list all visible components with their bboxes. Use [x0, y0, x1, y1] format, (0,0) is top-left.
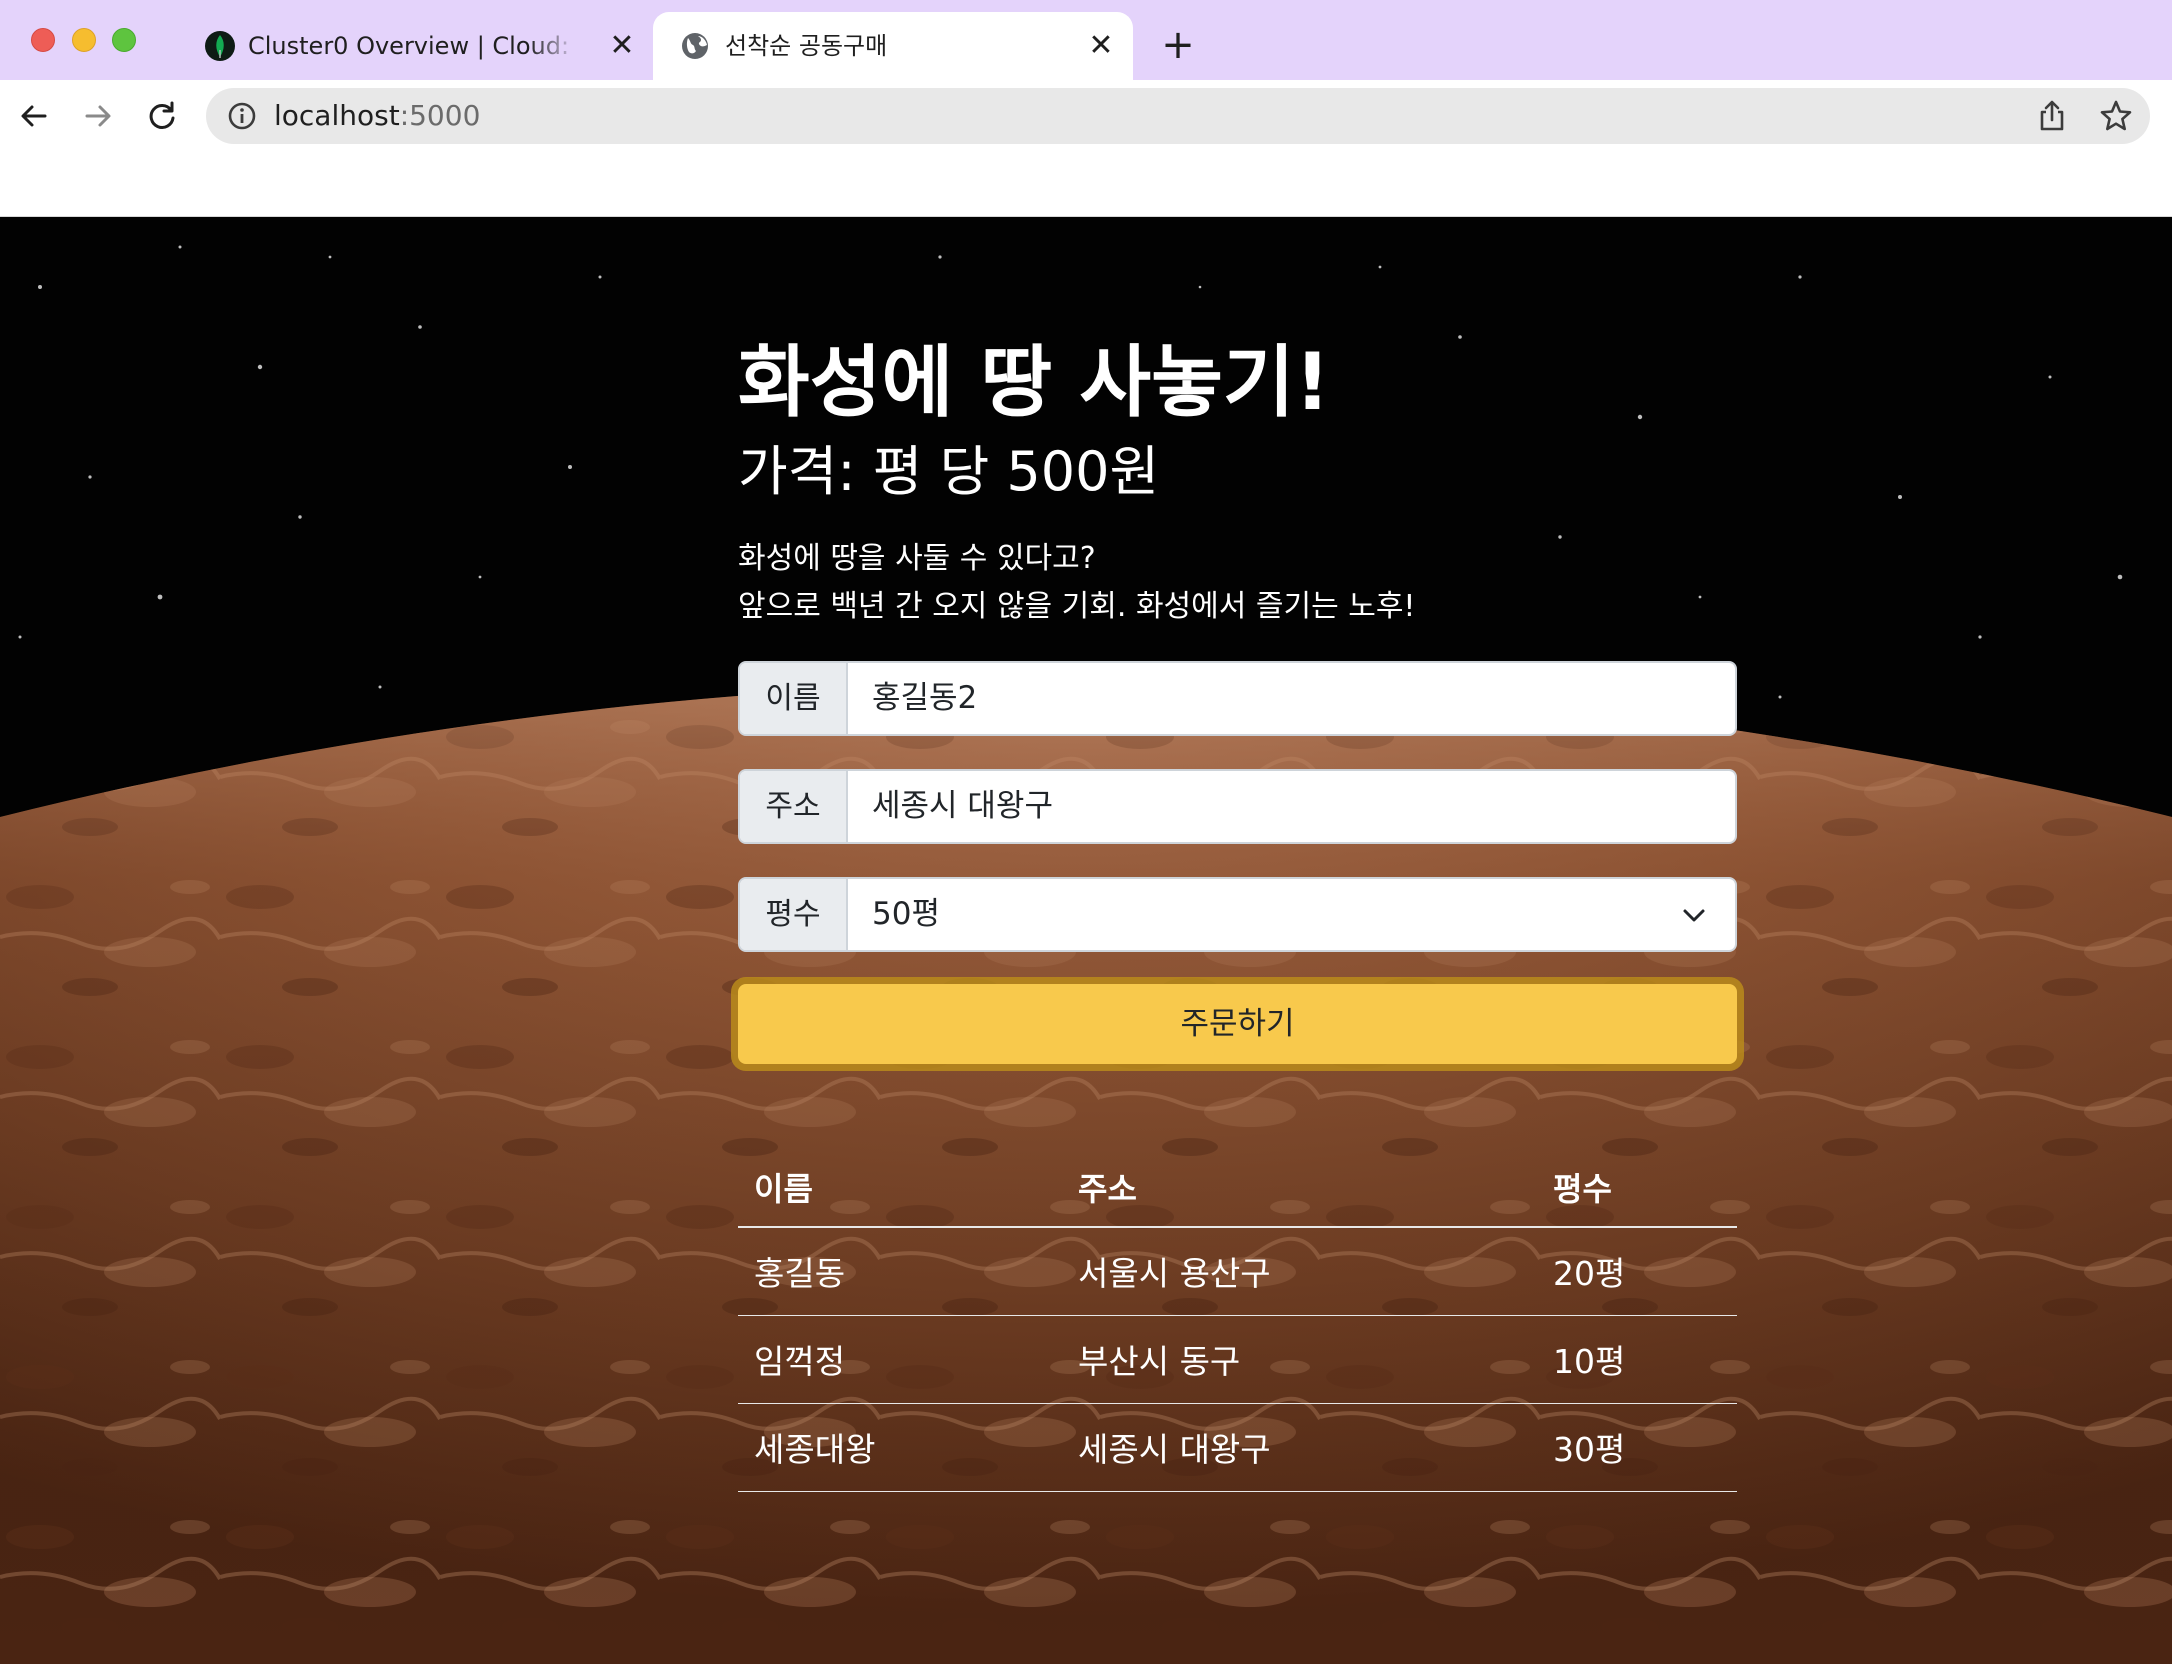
name-input[interactable]: 홍길동2 [872, 663, 977, 734]
price-text: 가격: 평 당 500원 [738, 440, 1160, 503]
description: 화성에 땅을 사둘 수 있다고? 앞으로 백년 간 오지 않을 기회. 화성에서… [738, 535, 1415, 631]
table-header-row: 이름 주소 평수 [738, 1147, 1737, 1228]
orders-table: 이름 주소 평수 홍길동 서울시 용산구 20평 임꺽정 부산시 동구 10평 … [738, 1147, 1737, 1492]
tab-gongdong[interactable]: 선착순 공동구매 ✕ [653, 12, 1133, 80]
browser-toolbar: localhost:5000 [0, 80, 2172, 152]
back-button[interactable] [12, 94, 56, 138]
tab-title: 선착순 공동구매 [725, 32, 888, 60]
tab-strip: Cluster0 Overview | Cloud: MongoDB Cloud… [0, 0, 2172, 80]
size-select-group: 평수 50평 [738, 877, 1737, 952]
reload-button[interactable] [140, 94, 184, 138]
size-label: 평수 [740, 879, 848, 950]
address-input[interactable]: 세종시 대왕구 [872, 771, 1053, 842]
description-line: 화성에 땅을 사둘 수 있다고? [738, 541, 1096, 576]
globe-icon [682, 33, 708, 59]
column-header-address: 주소 [1062, 1147, 1537, 1228]
cell-name: 임꺽정 [738, 1315, 1062, 1404]
page-viewport: 화성에 땅 사놓기! 가격: 평 당 500원 화성에 땅을 사둘 수 있다고?… [0, 217, 2172, 1664]
cell-name: 세종대왕 [738, 1403, 1062, 1492]
minimize-window-button[interactable] [72, 28, 96, 52]
address-label: 주소 [740, 771, 848, 842]
tab-title: Cluster0 Overview | Cloud: MongoDB Cloud [248, 32, 578, 60]
table-row: 홍길동 서울시 용산구 20평 [738, 1227, 1737, 1316]
cell-size: 10평 [1537, 1315, 1737, 1404]
cell-address: 서울시 용산구 [1062, 1227, 1537, 1316]
table-row: 임꺽정 부산시 동구 10평 [738, 1315, 1737, 1404]
arrow-right-icon [85, 105, 111, 127]
name-label: 이름 [740, 663, 848, 734]
url-text: localhost:5000 [274, 99, 481, 132]
cell-size: 30평 [1537, 1403, 1737, 1492]
description-line: 앞으로 백년 간 오지 않을 기회. 화성에서 즐기는 노후! [738, 589, 1416, 624]
mongodb-leaf-icon [205, 31, 235, 61]
cell-size: 20평 [1537, 1227, 1737, 1316]
close-window-button[interactable] [31, 28, 55, 52]
order-button[interactable]: 주문하기 [738, 984, 1737, 1064]
chevron-down-icon[interactable] [1679, 901, 1709, 931]
cell-address: 부산시 동구 [1062, 1315, 1537, 1404]
cell-name: 홍길동 [738, 1227, 1062, 1316]
table-row: 세종대왕 세종시 대왕구 30평 [738, 1403, 1737, 1492]
close-icon[interactable]: ✕ [1085, 12, 1117, 80]
share-icon[interactable] [2034, 98, 2070, 134]
close-icon[interactable]: ✕ [606, 12, 638, 80]
maximize-window-button[interactable] [112, 28, 136, 52]
address-bar[interactable]: localhost:5000 [206, 88, 2150, 144]
arrow-left-icon [21, 105, 47, 127]
cell-address: 세종시 대왕구 [1062, 1403, 1537, 1492]
forward-button[interactable] [76, 94, 120, 138]
column-header-size: 평수 [1537, 1147, 1737, 1228]
page-title: 화성에 땅 사놓기! [738, 338, 1331, 428]
column-header-name: 이름 [738, 1147, 1062, 1228]
reload-icon [149, 101, 175, 129]
info-icon[interactable] [226, 100, 258, 132]
name-input-group: 이름 홍길동2 [738, 661, 1737, 736]
star-icon[interactable] [2098, 98, 2134, 134]
size-select[interactable]: 50평 [872, 879, 940, 950]
tab-mongodb[interactable]: Cluster0 Overview | Cloud: MongoDB Cloud… [190, 12, 650, 80]
address-input-group: 주소 세종시 대왕구 [738, 769, 1737, 844]
new-tab-button[interactable]: + [1160, 22, 1196, 68]
bookmark-bar [0, 152, 2172, 217]
